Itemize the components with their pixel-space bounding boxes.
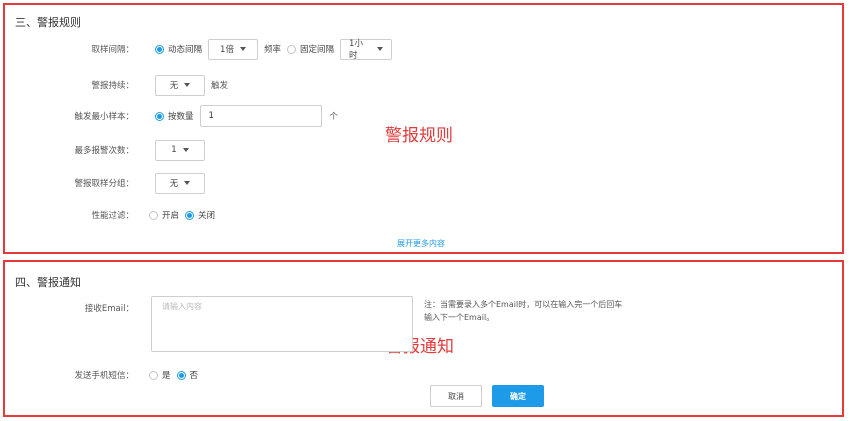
radio-perf-off[interactable]: 关闭 — [185, 209, 215, 221]
section-title-rules: 三、警报规则 — [15, 16, 81, 29]
label-perf-filter: 性能过滤： — [91, 211, 134, 221]
row-max-alerts: 最多报警次数： 1 — [5, 138, 842, 162]
radio-checked-icon — [155, 111, 164, 121]
label-max-alerts: 最多报警次数： — [74, 146, 134, 156]
select-fixed-interval[interactable]: 1小时 — [340, 38, 393, 61]
radio-unchecked-icon — [287, 44, 297, 54]
label-trigger: 触发 — [211, 81, 229, 91]
expand-more-link[interactable]: 展开更多内容 — [397, 238, 445, 249]
radio-sms-yes[interactable]: 是 — [149, 369, 171, 381]
caret-down-icon — [377, 47, 384, 51]
section-title-notify: 四、警报通知 — [15, 276, 81, 289]
caret-down-icon — [239, 47, 246, 51]
radio-unchecked-icon — [149, 210, 158, 220]
label-frequency: 频率 — [264, 45, 282, 55]
radio-by-count[interactable]: 按数量 — [155, 110, 194, 122]
radio-fixed-interval[interactable]: 固定间隔 — [287, 43, 334, 55]
alert-rules-section: 三、警报规则 警报规则 取样间隔： 动态间隔 1倍 频率 固定间隔 1小时 警报… — [3, 3, 844, 254]
input-min-sample[interactable]: 1 — [199, 105, 322, 127]
email-hint: 注：当需要录入多个Email时，可以在输入完一个后回车输入下一个Email。 — [424, 300, 623, 322]
label-email: 接收Email： — [84, 304, 134, 314]
row-sampling: 取样间隔： 动态间隔 1倍 频率 固定间隔 1小时 — [5, 37, 842, 61]
select-grouping[interactable]: 无 — [155, 172, 205, 194]
row-sms: 发送手机短信： 是 否 — [5, 363, 842, 387]
row-duration: 警报持续： 无 触发 — [5, 73, 842, 97]
email-textarea[interactable]: 请输入内容 — [151, 296, 413, 352]
label-sms: 发送手机短信： — [74, 371, 134, 381]
radio-checked-icon — [185, 210, 195, 220]
radio-dynamic-interval[interactable]: 动态间隔 — [155, 43, 202, 55]
cancel-button[interactable]: 取消 — [430, 385, 482, 407]
select-max-alerts[interactable]: 1 — [155, 139, 205, 161]
label-sampling: 取样间隔： — [91, 45, 134, 55]
caret-down-icon — [182, 148, 189, 152]
radio-sms-no[interactable]: 否 — [176, 369, 198, 381]
label-grouping: 警报取样分组： — [74, 179, 134, 189]
row-perf-filter: 性能过滤： 开启 关闭 — [5, 203, 842, 227]
radio-checked-icon — [176, 370, 186, 380]
radio-perf-on[interactable]: 开启 — [149, 209, 179, 221]
label-min-sample: 触发最小样本： — [74, 112, 134, 122]
row-min-sample: 触发最小样本： 按数量 1 个 — [5, 104, 842, 128]
label-duration: 警报持续： — [91, 81, 134, 91]
label-unit: 个 — [329, 112, 339, 122]
confirm-button[interactable]: 确定 — [492, 385, 544, 407]
alert-notify-section: 四、警报通知 警报通知 接收Email： 请输入内容 注：当需要录入多个Emai… — [3, 260, 844, 417]
caret-down-icon — [184, 83, 191, 87]
caret-down-icon — [184, 181, 191, 185]
radio-checked-icon — [155, 44, 164, 54]
select-duration[interactable]: 无 — [155, 74, 205, 96]
select-multiplier[interactable]: 1倍 — [208, 38, 259, 60]
radio-unchecked-icon — [149, 370, 158, 380]
row-grouping: 警报取样分组： 无 — [5, 171, 842, 195]
